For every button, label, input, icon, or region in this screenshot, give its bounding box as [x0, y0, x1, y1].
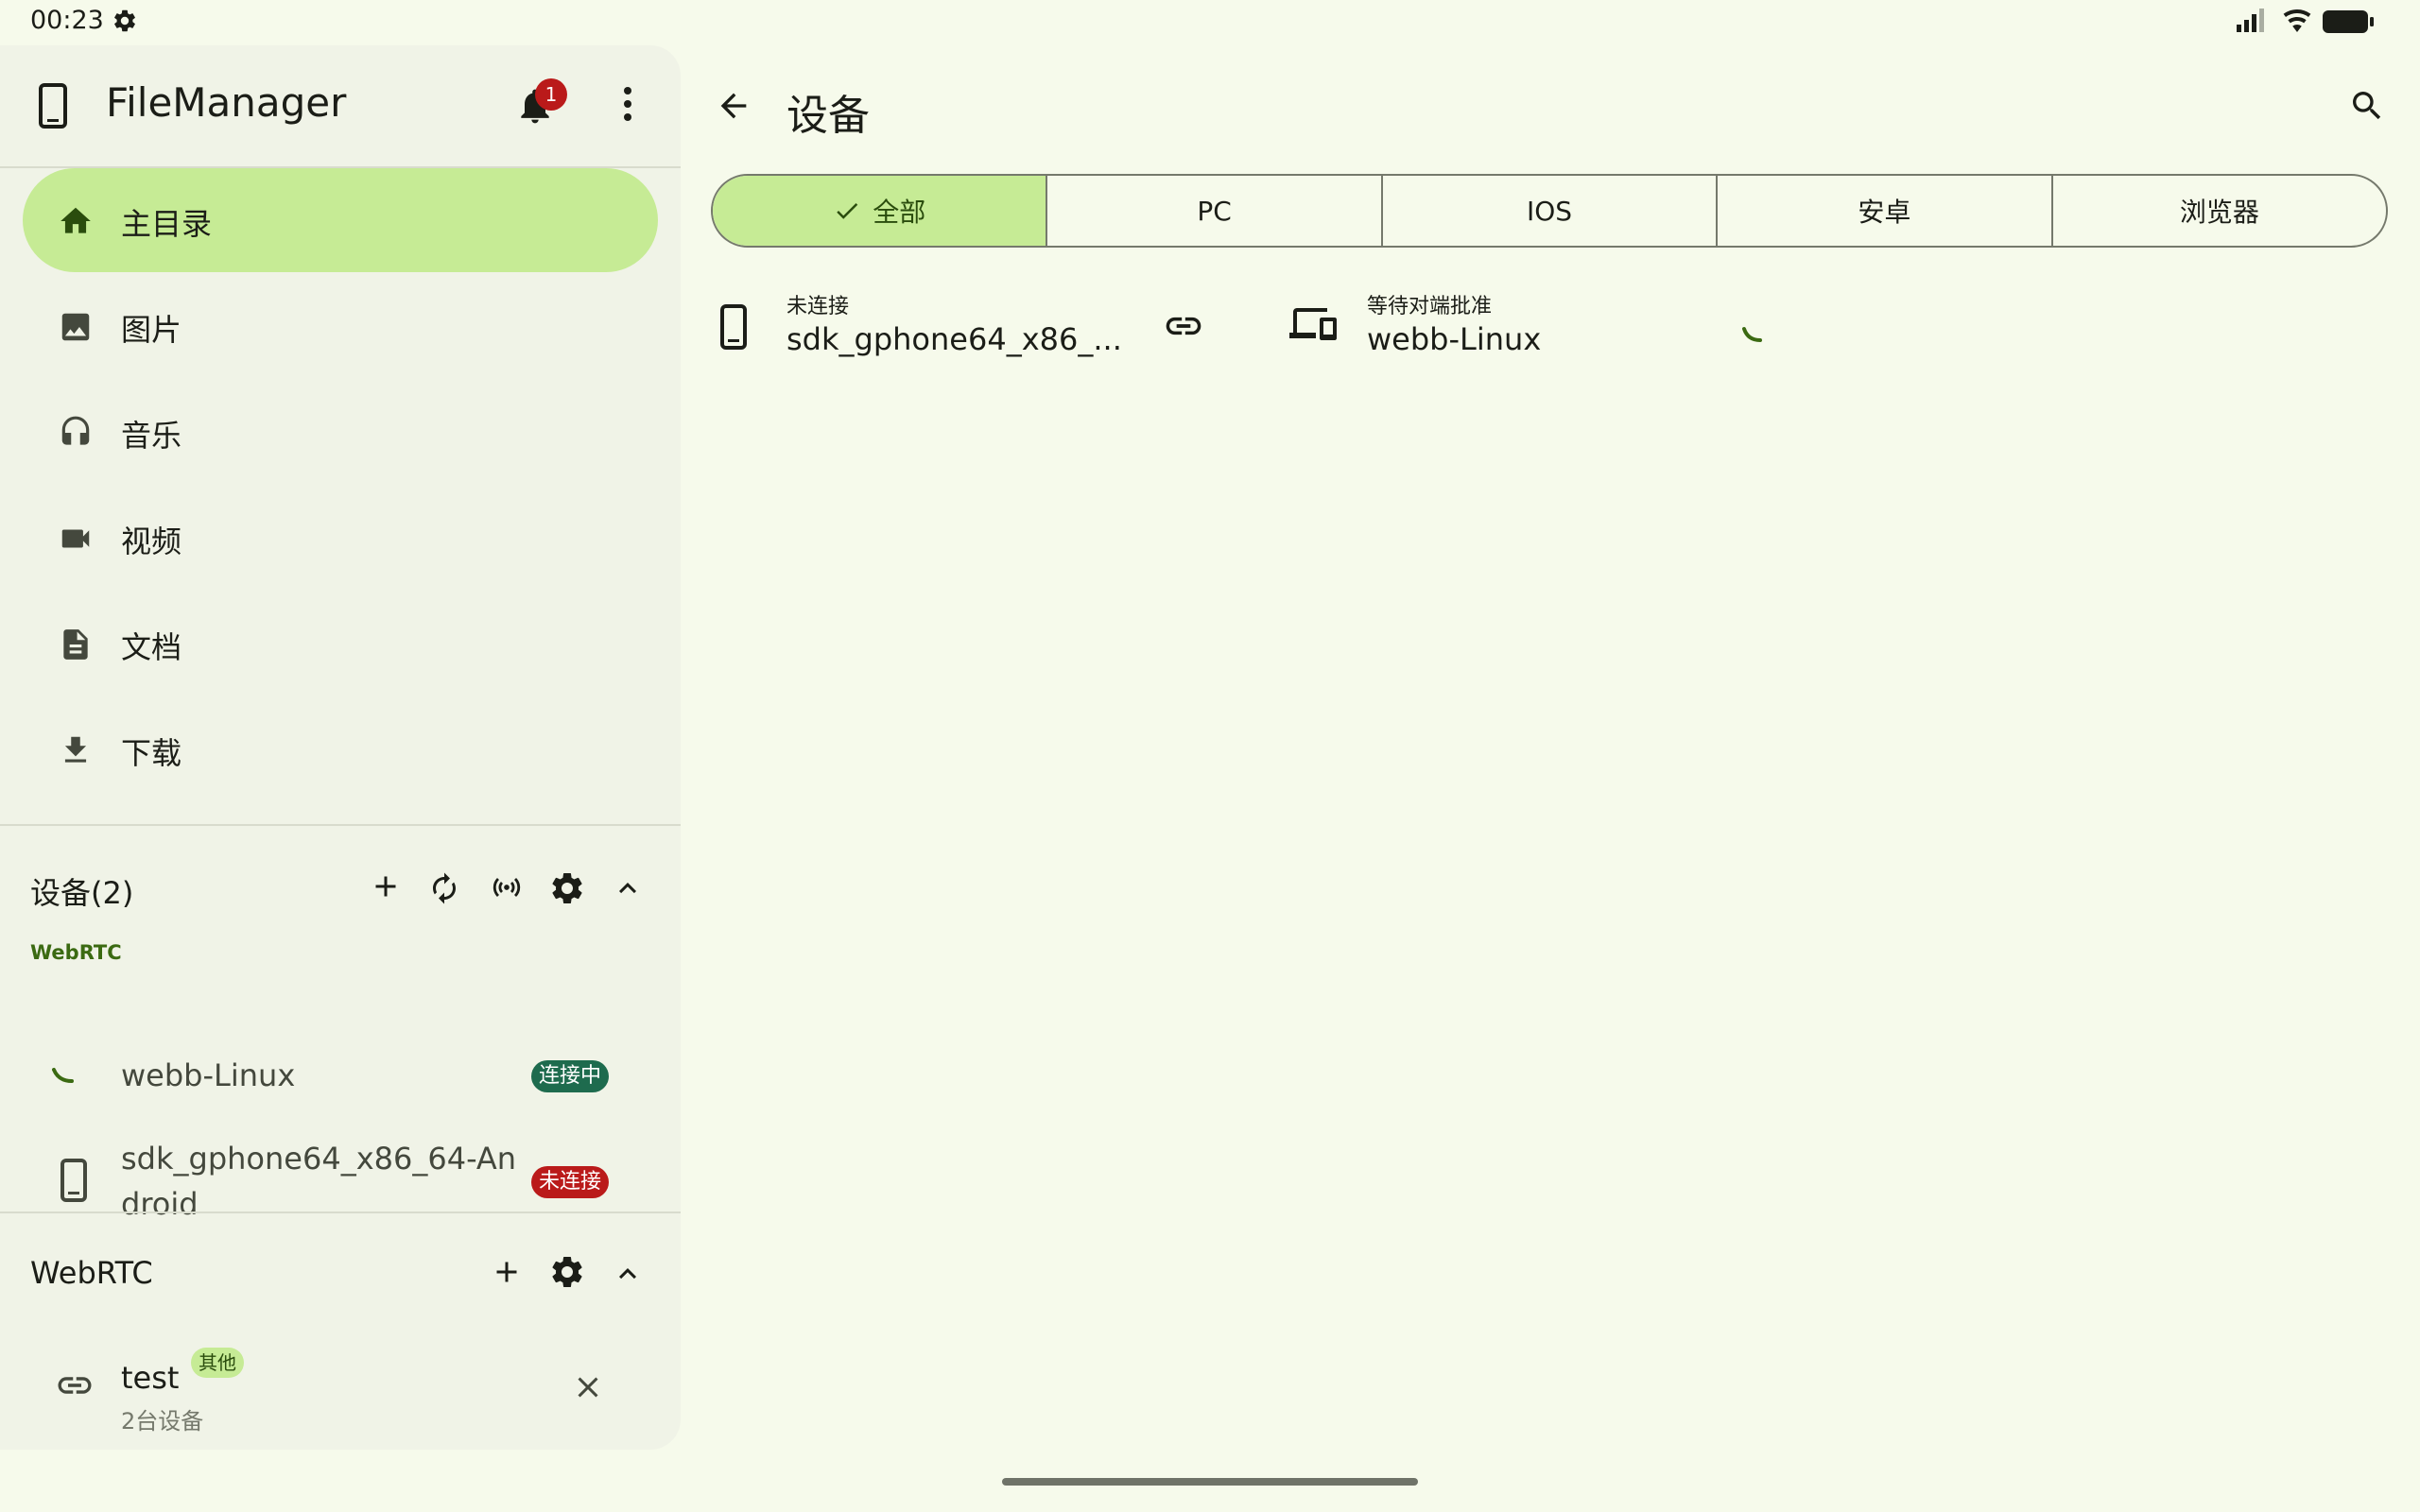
filter-label: 浏览器 — [2179, 197, 2259, 228]
filter-android[interactable]: 安卓 — [1718, 176, 2053, 246]
add-device-button[interactable] — [369, 869, 403, 903]
nav-label: 音乐 — [121, 418, 182, 454]
notification-badge: 1 — [535, 78, 567, 111]
phone-icon — [718, 304, 749, 350]
device-name: sdk_gphone64_x86_... — [786, 321, 1122, 357]
webrtc-name: test — [121, 1360, 180, 1396]
refresh-devices-button[interactable] — [427, 869, 461, 907]
filter-all[interactable]: 全部 — [713, 176, 1048, 246]
home-icon — [57, 203, 95, 239]
smartphone-icon — [36, 83, 70, 129]
settings-gear-icon — [112, 8, 138, 34]
document-icon — [57, 627, 95, 662]
divider — [0, 824, 681, 826]
collapse-webrtc-chevron-up-icon[interactable] — [611, 1257, 645, 1291]
check-icon — [833, 197, 861, 225]
progress-spinner-icon — [1741, 325, 1770, 348]
navigation-drawer: FileManager 1 主目录 图片 音乐 视频 文档 下载 设备(2) W… — [0, 45, 681, 1450]
device-status: 等待对端批准 — [1367, 295, 1493, 318]
nav-item-home[interactable]: 主目录 — [23, 168, 658, 272]
nav-label: 下载 — [121, 735, 182, 771]
device-status: 未连接 — [786, 295, 850, 318]
nav-item-images[interactable]: 图片 — [23, 274, 658, 378]
broadcast-icon[interactable] — [486, 871, 527, 903]
drawer-device-sdk-gphone[interactable]: sdk_gphone64_x86_64-An droid 未连接 — [0, 1094, 681, 1222]
progress-spinner-icon — [51, 1064, 81, 1087]
cell-signal-icon — [2235, 8, 2269, 34]
device-name: webb-Linux — [1367, 321, 1542, 357]
phone-icon — [59, 1159, 89, 1202]
more-options-icon[interactable] — [611, 85, 645, 123]
divider — [0, 1211, 681, 1213]
device-name-line-2: droid — [121, 1186, 199, 1222]
nav-label: 文档 — [121, 629, 182, 665]
status-bar: 00:23 — [0, 0, 2420, 43]
nav-label: 视频 — [121, 524, 182, 559]
videocam-icon — [57, 521, 95, 557]
page-title: 设备 — [786, 92, 870, 140]
collapse-devices-chevron-up-icon[interactable] — [611, 871, 645, 905]
device-card-webb-linux[interactable]: 等待对端批准 webb-Linux — [1286, 280, 1815, 370]
nav-label: 主目录 — [121, 206, 213, 242]
status-time: 00:23 — [30, 6, 104, 35]
nav-item-music[interactable]: 音乐 — [23, 380, 658, 484]
nav-item-downloads[interactable]: 下载 — [23, 697, 658, 801]
nav-item-documents[interactable]: 文档 — [23, 592, 658, 696]
nav-label: 图片 — [121, 312, 182, 348]
filter-label: PC — [1197, 195, 1232, 227]
nav-item-videos[interactable]: 视频 — [23, 486, 658, 590]
webrtc-settings-gear-icon[interactable] — [548, 1253, 586, 1291]
connect-link-icon[interactable] — [1163, 312, 1204, 340]
webrtc-item-test[interactable]: test 其他 2台设备 — [0, 1321, 681, 1444]
filter-browser[interactable]: 浏览器 — [2053, 176, 2386, 246]
devices-icon — [1289, 306, 1339, 344]
webrtc-subheader: WebRTC — [30, 941, 122, 964]
status-badge-disconnected: 未连接 — [531, 1166, 610, 1198]
back-arrow-icon[interactable] — [715, 87, 752, 125]
device-settings-gear-icon[interactable] — [548, 869, 586, 907]
status-badge-connecting: 连接中 — [531, 1060, 610, 1092]
add-webrtc-button[interactable] — [490, 1255, 524, 1289]
filter-label: 全部 — [873, 197, 926, 228]
filter-pc[interactable]: PC — [1047, 176, 1383, 246]
app-title: FileManager — [106, 79, 347, 126]
headphones-icon — [57, 415, 95, 451]
wifi-icon — [2280, 6, 2314, 36]
gesture-home-indicator[interactable] — [1002, 1478, 1418, 1486]
device-filter-segmented-button: 全部 PC IOS 安卓 浏览器 — [711, 174, 2388, 248]
filter-ios[interactable]: IOS — [1383, 176, 1719, 246]
close-icon[interactable] — [571, 1370, 605, 1404]
webrtc-section-title: WebRTC — [30, 1255, 153, 1291]
filter-label: IOS — [1526, 195, 1573, 227]
download-icon — [57, 732, 95, 768]
search-icon[interactable] — [2348, 87, 2386, 125]
filter-label: 安卓 — [1858, 197, 1911, 228]
device-name-line-1: sdk_gphone64_x86_64-An — [121, 1141, 517, 1177]
category-tag: 其他 — [191, 1348, 244, 1378]
image-icon — [57, 309, 95, 345]
link-icon — [55, 1372, 95, 1399]
device-card-sdk-gphone[interactable]: 未连接 sdk_gphone64_x86_... — [711, 280, 1221, 370]
webrtc-device-count: 2台设备 — [121, 1408, 204, 1435]
battery-icon — [2322, 9, 2375, 34]
drawer-header: FileManager 1 — [0, 45, 681, 166]
devices-section-title: 设备(2) — [30, 875, 134, 911]
device-name: webb-Linux — [121, 1057, 296, 1093]
